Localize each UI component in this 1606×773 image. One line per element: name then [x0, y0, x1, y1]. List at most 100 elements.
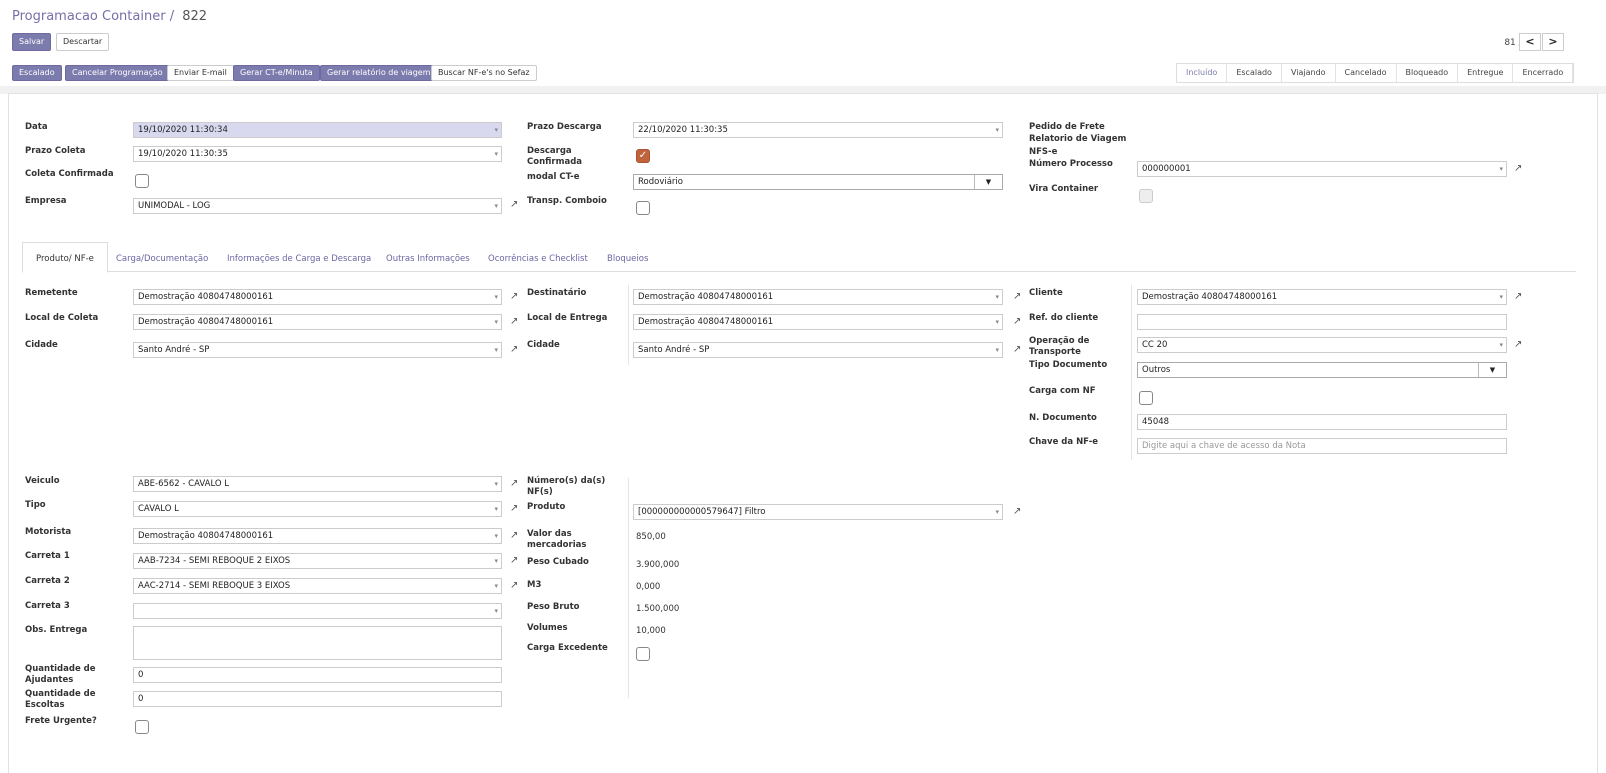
remetente-field[interactable]: Demostração 40804748000161 — [133, 289, 502, 305]
data-field[interactable]: 19/10/2020 11:30:34 — [133, 122, 502, 138]
m3-label: M3 — [527, 580, 542, 590]
external-link-icon[interactable]: ↗ — [1013, 506, 1024, 517]
data-label: Data — [25, 122, 48, 132]
cancelar-programacao-button[interactable]: Cancelar Programação — [65, 65, 170, 81]
pager-next-button[interactable]: > — [1542, 33, 1564, 51]
pager-prev-button[interactable]: < — [1519, 33, 1541, 51]
transp-comboio-checkbox[interactable] — [636, 201, 650, 215]
coleta-confirmada-label: Coleta Confirmada — [25, 169, 114, 179]
prazo-coleta-field[interactable]: 19/10/2020 11:30:35 — [133, 146, 502, 162]
status-encerrado[interactable]: Encerrado — [1513, 64, 1574, 82]
carga-nf-checkbox[interactable] — [1139, 391, 1153, 405]
numeros-nf-label: Número(s) da(s) NF(s) — [527, 476, 606, 497]
local-entrega-field[interactable]: Demostração 40804748000161 — [633, 314, 1003, 330]
carreta2-label: Carreta 2 — [25, 576, 70, 586]
tipo-documento-label: Tipo Documento — [1029, 360, 1108, 370]
buscar-nfe-button[interactable]: Buscar NF-e's no Sefaz — [431, 65, 537, 81]
veiculo-field[interactable]: ABE-6562 - CAVALO L — [133, 476, 502, 492]
tab-informacoes-carga[interactable]: Informações de Carga e Descarga — [227, 254, 371, 264]
gerar-cte-button[interactable]: Gerar CT-e/Minuta — [233, 65, 320, 81]
tab-produto-nfe[interactable]: Produto/ NF-e — [22, 242, 108, 273]
escalado-button[interactable]: Escalado — [12, 65, 62, 81]
external-link-icon[interactable]: ↗ — [510, 316, 521, 327]
empresa-field[interactable]: UNIMODAL - LOG — [133, 198, 502, 214]
prazo-descarga-field[interactable]: 22/10/2020 11:30:35 — [633, 122, 1003, 138]
status-viajando[interactable]: Viajando — [1282, 64, 1336, 82]
chave-nfe-field[interactable]: Digite aqui a chave de acesso da Nota — [1137, 438, 1507, 454]
destinatario-field[interactable]: Demostração 40804748000161 — [633, 289, 1003, 305]
external-link-icon[interactable]: ↗ — [510, 580, 521, 591]
produto-label: Produto — [527, 502, 566, 512]
external-link-icon[interactable]: ↗ — [510, 503, 521, 514]
external-link-icon[interactable]: ↗ — [510, 555, 521, 566]
notebook-tabs: Produto/ NF-e Carga/Documentação Informa… — [22, 242, 1576, 273]
column-divider — [628, 285, 629, 365]
carreta1-label: Carreta 1 — [25, 551, 70, 561]
status-bloqueado[interactable]: Bloqueado — [1397, 64, 1459, 82]
external-link-icon[interactable]: ↗ — [1514, 163, 1525, 174]
external-link-icon[interactable]: ↗ — [1013, 291, 1024, 302]
descarga-confirmada-label: Descarga Confirmada — [527, 146, 583, 167]
status-escalado[interactable]: Escalado — [1227, 64, 1282, 82]
carga-excedente-label: Carga Excedente — [527, 643, 608, 653]
operacao-transporte-field[interactable]: CC 20 — [1137, 337, 1507, 353]
save-button[interactable]: Salvar — [12, 33, 52, 51]
external-link-icon[interactable]: ↗ — [510, 291, 521, 302]
cidade2-field[interactable]: Santo André - SP — [633, 342, 1003, 358]
ajudantes-field[interactable]: 0 — [133, 667, 502, 683]
control-panel: Programacao Container / 822 Salvar Desca… — [0, 0, 1606, 90]
tab-bloqueios[interactable]: Bloqueios — [607, 254, 648, 264]
remetente-label: Remetente — [25, 288, 78, 298]
external-link-icon[interactable]: ↗ — [510, 530, 521, 541]
enviar-email-button[interactable]: Enviar E-mail — [167, 65, 234, 81]
modal-cte-select[interactable]: Rodoviário ▼ — [633, 174, 1003, 190]
cliente-field[interactable]: Demostração 40804748000161 — [1137, 289, 1507, 305]
tipo-documento-select[interactable]: Outros ▼ — [1137, 362, 1507, 378]
n-documento-field[interactable]: 45048 — [1137, 414, 1507, 430]
cidade-field[interactable]: Santo André - SP — [133, 342, 502, 358]
carga-excedente-checkbox[interactable] — [636, 647, 650, 661]
column-divider — [628, 478, 629, 698]
external-link-icon[interactable]: ↗ — [510, 344, 521, 355]
tab-carga-documentacao[interactable]: Carga/Documentação — [116, 254, 208, 264]
carreta1-field[interactable]: AAB-7234 - SEMI REBOQUE 2 EIXOS — [133, 553, 502, 569]
status-entregue[interactable]: Entregue — [1458, 64, 1514, 82]
tipo-label: Tipo — [25, 500, 46, 510]
breadcrumb-parent[interactable]: Programacao Container — [12, 9, 166, 24]
descarga-confirmada-checkbox[interactable]: ✓ — [636, 149, 650, 163]
local-coleta-field[interactable]: Demostração 40804748000161 — [133, 314, 502, 330]
external-link-icon[interactable]: ↗ — [1013, 344, 1024, 355]
tab-outras-informacoes[interactable]: Outras Informações — [386, 254, 470, 264]
produto-field[interactable]: [000000000000579647] Filtro — [633, 504, 1003, 520]
obs-entrega-textarea[interactable] — [133, 626, 502, 660]
motorista-field[interactable]: Demostração 40804748000161 — [133, 528, 502, 544]
status-cancelado[interactable]: Cancelado — [1336, 64, 1397, 82]
external-link-icon[interactable]: ↗ — [510, 199, 521, 210]
carreta3-field[interactable] — [133, 603, 502, 619]
ref-cliente-label: Ref. do cliente — [1029, 313, 1099, 323]
carreta2-field[interactable]: AAC-2714 - SEMI REBOQUE 3 EIXOS — [133, 578, 502, 594]
discard-button[interactable]: Descartar — [56, 33, 110, 51]
status-incluido[interactable]: Incluído — [1177, 64, 1228, 82]
tipo-field[interactable]: CAVALO L — [133, 501, 502, 517]
frete-urgente-label: Frete Urgente? — [25, 716, 97, 726]
status-bar: Incluído Escalado Viajando Cancelado Blo… — [1176, 63, 1575, 83]
tab-ocorrencias[interactable]: Ocorrências e Checklist — [488, 254, 588, 264]
escoltas-label: Quantidade de Escoltas — [25, 689, 96, 710]
chevron-down-icon: ▼ — [974, 175, 1002, 189]
numero-processo-label: Número Processo — [1029, 159, 1113, 169]
external-link-icon[interactable]: ↗ — [1013, 316, 1024, 327]
external-link-icon[interactable]: ↗ — [1514, 291, 1525, 302]
peso-cubado-value: 3.900,000 — [636, 560, 680, 570]
frete-urgente-checkbox[interactable] — [135, 720, 149, 734]
escoltas-field[interactable]: 0 — [133, 691, 502, 707]
chave-nfe-label: Chave da NF-e — [1029, 437, 1099, 447]
ref-cliente-field[interactable] — [1137, 314, 1507, 330]
external-link-icon[interactable]: ↗ — [1514, 339, 1525, 350]
numero-processo-field[interactable]: 000000001 — [1137, 161, 1507, 177]
coleta-confirmada-checkbox[interactable] — [135, 174, 149, 188]
gerar-relatorio-button[interactable]: Gerar relatório de viagem — [320, 65, 438, 81]
cidade2-label: Cidade — [527, 340, 560, 350]
external-link-icon[interactable]: ↗ — [510, 478, 521, 489]
chevron-down-icon: ▼ — [1478, 363, 1506, 377]
